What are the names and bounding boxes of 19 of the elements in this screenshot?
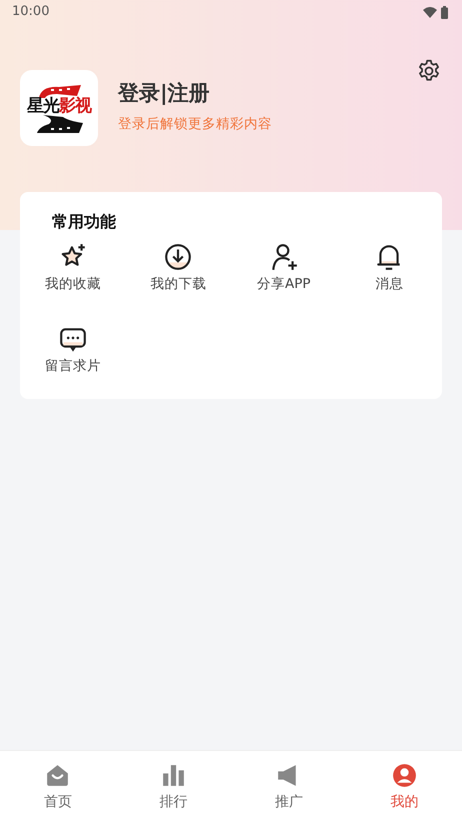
feature-item[interactable]: 我的下载 <box>126 242 231 294</box>
section-title: 常用功能 <box>51 211 117 233</box>
wifi-icon <box>423 6 437 18</box>
download-icon <box>163 242 194 272</box>
feature-item[interactable]: 留言求片 <box>20 324 126 376</box>
feature-item[interactable]: 我的收藏 <box>20 242 126 294</box>
user-icon <box>390 762 418 788</box>
nav-tab[interactable]: 推广 <box>231 751 346 823</box>
login-subtitle: 登录后解锁更多精彩内容 <box>118 115 272 134</box>
status-time: 10:00 <box>12 3 50 22</box>
nav-tab[interactable]: 首页 <box>0 751 116 823</box>
login-prompt[interactable]: 登录|注册 登录后解锁更多精彩内容 <box>118 81 272 135</box>
feature-item[interactable]: 分享APP <box>231 242 336 294</box>
login-title[interactable]: 登录|注册 <box>118 81 272 106</box>
feature-item[interactable]: 消息 <box>336 242 442 294</box>
nav-tab[interactable]: 排行 <box>116 751 231 823</box>
nav-tab[interactable]: 我的 <box>346 751 462 823</box>
app-logo: 星光影视 <box>20 70 98 146</box>
battery-icon <box>441 6 448 18</box>
